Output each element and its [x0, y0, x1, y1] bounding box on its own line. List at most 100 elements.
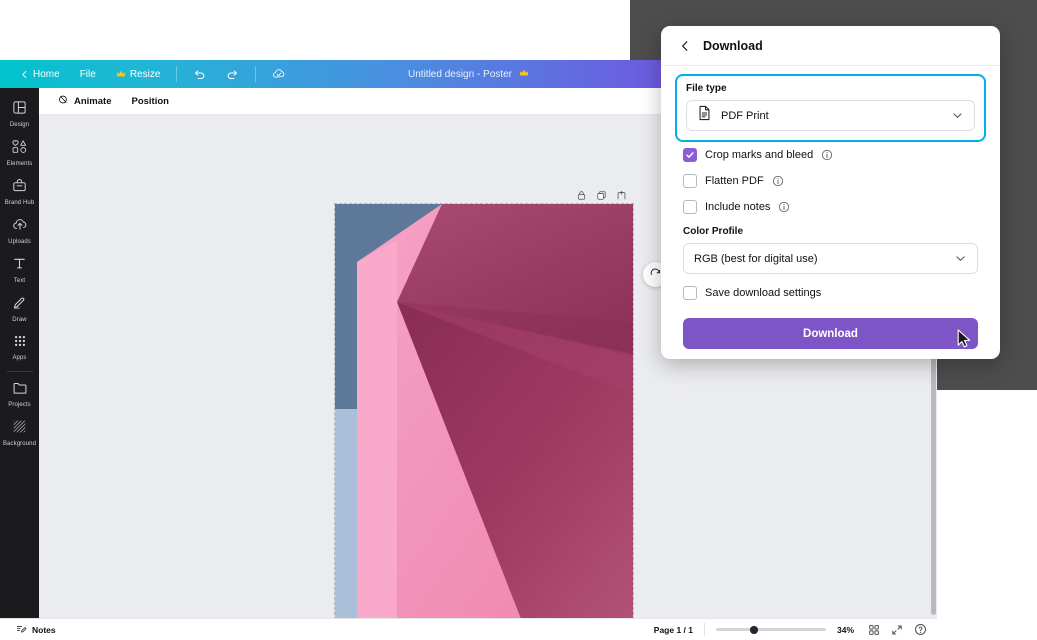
uploads-icon — [12, 217, 28, 237]
sidebar-label-brand-hub: Brand Hub — [4, 200, 35, 206]
color-profile-select[interactable]: RGB (best for digital use) — [683, 243, 978, 274]
resize-button[interactable]: Resize — [106, 64, 171, 84]
draw-icon — [12, 295, 27, 315]
apps-icon — [13, 334, 27, 353]
include-notes-info-icon[interactable] — [778, 201, 790, 213]
dialog-title: Download — [703, 38, 763, 53]
fullscreen-icon[interactable] — [891, 624, 903, 636]
design-page-wrapper — [334, 203, 634, 622]
chevron-left-icon — [682, 40, 688, 51]
cloud-save-button[interactable] — [262, 64, 296, 84]
design-icon — [12, 100, 27, 120]
chevron-down-icon — [954, 252, 967, 265]
zoom-level-value[interactable]: 34% — [837, 625, 857, 635]
position-label: Position — [131, 95, 169, 107]
download-dialog-header: Download — [661, 26, 1000, 66]
save-settings-label: Save download settings — [705, 287, 822, 299]
sidebar-item-background[interactable]: Background — [0, 413, 39, 452]
pdf-file-icon — [697, 105, 712, 126]
text-icon — [12, 256, 27, 276]
notes-button[interactable]: Notes — [10, 620, 62, 639]
home-label: Home — [33, 68, 60, 80]
undo-button[interactable] — [183, 64, 216, 84]
file-type-label: File type — [686, 83, 727, 94]
color-profile-label: Color Profile — [683, 226, 744, 237]
save-settings-checkbox[interactable] — [683, 286, 697, 300]
save-settings-checkbox-row[interactable]: Save download settings — [675, 280, 986, 306]
file-menu-button[interactable]: File — [70, 64, 106, 84]
crop-marks-checkbox-row[interactable]: Crop marks and bleed — [675, 142, 986, 168]
sidebar-item-draw[interactable]: Draw — [0, 289, 39, 328]
sidebar-item-design[interactable]: Design — [0, 94, 39, 133]
position-button[interactable]: Position — [122, 92, 177, 111]
sidebar-item-brand-hub[interactable]: Brand Hub — [0, 172, 39, 211]
cloud-check-icon — [272, 67, 286, 81]
zoom-slider[interactable] — [716, 624, 826, 636]
chevron-down-icon — [951, 109, 964, 122]
design-page[interactable] — [334, 203, 634, 622]
zoom-slider-track — [716, 628, 826, 631]
color-profile-value: RGB (best for digital use) — [694, 252, 818, 265]
animate-button[interactable]: Animate — [49, 90, 120, 112]
left-sidebar: Design Elements Brand Hub Uploads Text D… — [0, 88, 39, 640]
flatten-pdf-checkbox[interactable] — [683, 174, 697, 188]
redo-button[interactable] — [216, 64, 249, 84]
sidebar-item-apps[interactable]: Apps — [0, 328, 39, 366]
file-label: File — [79, 68, 96, 80]
crop-marks-label: Crop marks and bleed — [705, 149, 814, 161]
projects-icon — [12, 381, 28, 400]
back-button[interactable] — [677, 38, 693, 54]
download-button[interactable]: Download — [683, 318, 978, 349]
download-dialog: Download File type PDF Print Crop marks … — [661, 26, 1000, 359]
include-notes-label: Include notes — [705, 201, 771, 213]
include-notes-checkbox-row[interactable]: Include notes — [675, 194, 986, 220]
color-profile-group: Color Profile RGB (best for digital use) — [675, 222, 986, 274]
sidebar-label-projects: Projects — [8, 402, 31, 408]
bottom-divider — [704, 623, 705, 636]
crop-marks-info-icon[interactable] — [821, 149, 833, 161]
download-dialog-body: File type PDF Print Crop marks and bleed — [661, 74, 1000, 349]
animate-label: Animate — [74, 95, 112, 107]
sidebar-item-text[interactable]: Text — [0, 250, 39, 289]
elements-icon — [11, 139, 28, 159]
sidebar-label-elements: Elements — [6, 161, 33, 167]
grid-view-icon[interactable] — [868, 624, 880, 636]
sidebar-label-apps: Apps — [12, 355, 27, 361]
sidebar-label-background: Background — [2, 441, 37, 447]
sidebar-item-elements[interactable]: Elements — [0, 133, 39, 172]
home-button[interactable]: Home — [10, 64, 70, 84]
include-notes-checkbox[interactable] — [683, 200, 697, 214]
undo-icon — [193, 68, 206, 81]
sidebar-label-uploads: Uploads — [8, 239, 31, 245]
sidebar-label-draw: Draw — [12, 317, 27, 323]
crop-marks-checkbox[interactable] — [683, 148, 697, 162]
resize-label: Resize — [129, 68, 161, 80]
flatten-pdf-checkbox-row[interactable]: Flatten PDF — [675, 168, 986, 194]
file-type-group: File type PDF Print — [675, 74, 986, 142]
toolbar-divider-2 — [255, 66, 257, 82]
sidebar-label-design: Design — [9, 122, 30, 128]
sidebar-divider — [6, 371, 33, 372]
bottom-bar-right-group: Page 1 / 1 34% — [654, 623, 927, 636]
artwork-abstract-geometric — [335, 204, 633, 622]
crown-icon — [116, 69, 126, 79]
premium-crown-icon[interactable] — [519, 68, 529, 81]
sidebar-item-projects[interactable]: Projects — [0, 375, 39, 413]
check-icon — [686, 152, 694, 158]
flatten-pdf-info-icon[interactable] — [772, 175, 784, 187]
page-indicator[interactable]: Page 1 / 1 — [654, 625, 693, 635]
sidebar-label-text: Text — [13, 278, 26, 284]
animate-icon — [58, 94, 69, 108]
file-type-select[interactable]: PDF Print — [686, 100, 975, 131]
sidebar-item-uploads[interactable]: Uploads — [0, 211, 39, 250]
help-icon[interactable] — [914, 623, 927, 636]
redo-icon — [226, 68, 239, 81]
zoom-slider-knob[interactable] — [750, 626, 758, 634]
file-type-value: PDF Print — [721, 109, 769, 122]
chevron-left-icon — [20, 70, 29, 79]
bottom-status-bar: Notes Page 1 / 1 34% — [0, 618, 937, 640]
background-icon — [12, 419, 27, 439]
toolbar-divider-1 — [176, 66, 178, 82]
brand-hub-icon — [12, 178, 27, 198]
notes-icon — [16, 623, 27, 636]
